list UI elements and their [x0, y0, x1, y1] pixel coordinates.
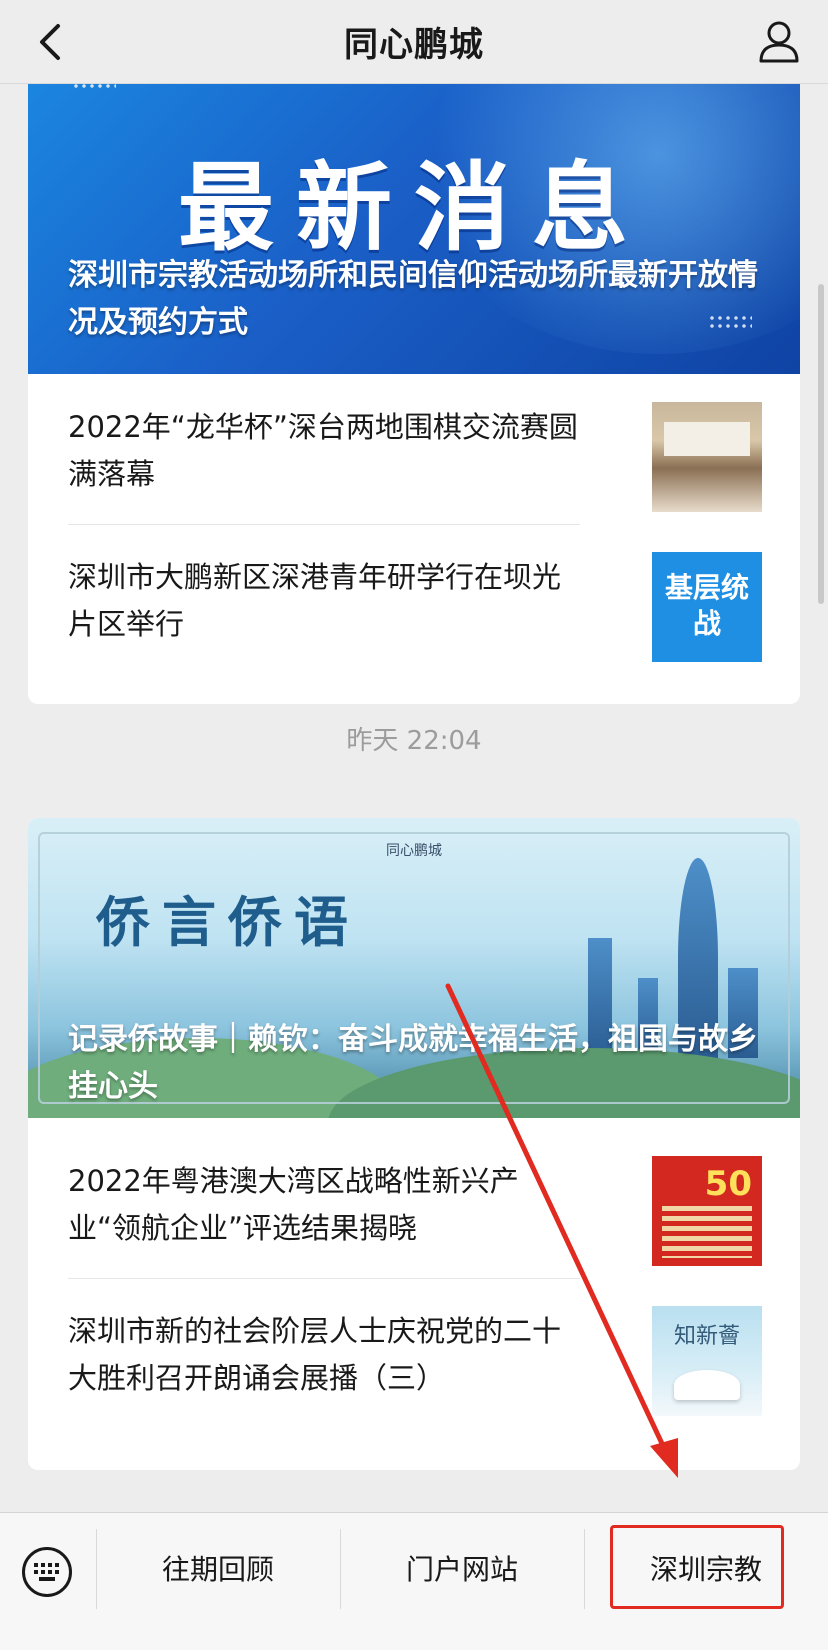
article-item[interactable]: 深圳市大鹏新区深港青年研学行在坝光片区举行 基层统战	[28, 524, 800, 674]
top-nav-bar: 同心鹏城	[0, 0, 828, 84]
lead-article-banner[interactable]: 最新消息 深圳市宗教活动场所和民间信仰活动场所最新开放情况及预约方式	[28, 84, 800, 374]
highlight-annotation-box	[610, 1525, 784, 1609]
article-thumbnail: 知新薈	[652, 1306, 762, 1416]
chevron-left-icon	[40, 24, 60, 60]
article-title: 2022年粤港澳大湾区战略性新兴产业“领航企业”评选结果揭晓	[68, 1164, 519, 1245]
article-thumbnail	[652, 402, 762, 512]
banner-brand: 同心鹏城	[386, 843, 442, 859]
back-button[interactable]	[26, 18, 74, 66]
banner-caption: 深圳市宗教活动场所和民间信仰活动场所最新开放情况及预约方式	[68, 258, 758, 340]
article-thumbnail: 50	[652, 1156, 762, 1266]
banner-headline: 侨言侨语	[96, 890, 360, 954]
article-thumbnail: 基层统战	[652, 552, 762, 662]
article-card: 最新消息 深圳市宗教活动场所和民间信仰活动场所最新开放情况及预约方式 2022年…	[28, 84, 800, 704]
profile-button[interactable]	[754, 16, 804, 66]
person-icon	[759, 21, 799, 63]
menu-item-portal-website[interactable]: 门户网站	[340, 1513, 584, 1623]
bottom-menu-bar: 往期回顾 门户网站 深圳宗教	[0, 1512, 828, 1650]
article-title: 深圳市大鹏新区深港青年研学行在坝光片区举行	[68, 560, 562, 641]
keyboard-toggle-button[interactable]	[22, 1547, 72, 1597]
page-title: 同心鹏城	[344, 25, 484, 65]
article-card: 同心鹏城 侨言侨语 记录侨故事｜赖钦：奋斗成就幸福生活，祖国与故乡挂心头 202…	[28, 818, 800, 1470]
thumbnail-number: 50	[704, 1164, 752, 1204]
message-feed[interactable]: 最新消息 深圳市宗教活动场所和民间信仰活动场所最新开放情况及预约方式 2022年…	[0, 84, 828, 1512]
keyboard-icon	[34, 1563, 59, 1581]
banner-headline: 最新消息	[178, 152, 650, 264]
message-timestamp: 昨天 22:04	[346, 726, 482, 756]
menu-item-past-review[interactable]: 往期回顾	[96, 1513, 340, 1623]
article-title: 深圳市新的社会阶层人士庆祝党的二十大胜利召开朗诵会展播（三）	[68, 1314, 562, 1395]
article-title: 2022年“龙华杯”深台两地围棋交流赛圆满落幕	[68, 410, 578, 491]
article-item[interactable]: 深圳市新的社会阶层人士庆祝党的二十大胜利召开朗诵会展播（三） 知新薈	[28, 1278, 800, 1428]
banner-caption: 记录侨故事｜赖钦：奋斗成就幸福生活，祖国与故乡挂心头	[68, 1022, 758, 1104]
lead-article-banner[interactable]: 同心鹏城 侨言侨语 记录侨故事｜赖钦：奋斗成就幸福生活，祖国与故乡挂心头	[28, 818, 800, 1118]
scrollbar[interactable]	[818, 284, 824, 604]
article-item[interactable]: 2022年“龙华杯”深台两地围棋交流赛圆满落幕	[28, 374, 800, 524]
banner-dots-decoration	[72, 84, 116, 92]
thumbnail-label: 知新薈	[673, 1324, 740, 1349]
article-item[interactable]: 2022年粤港澳大湾区战略性新兴产业“领航企业”评选结果揭晓 50	[28, 1128, 800, 1278]
